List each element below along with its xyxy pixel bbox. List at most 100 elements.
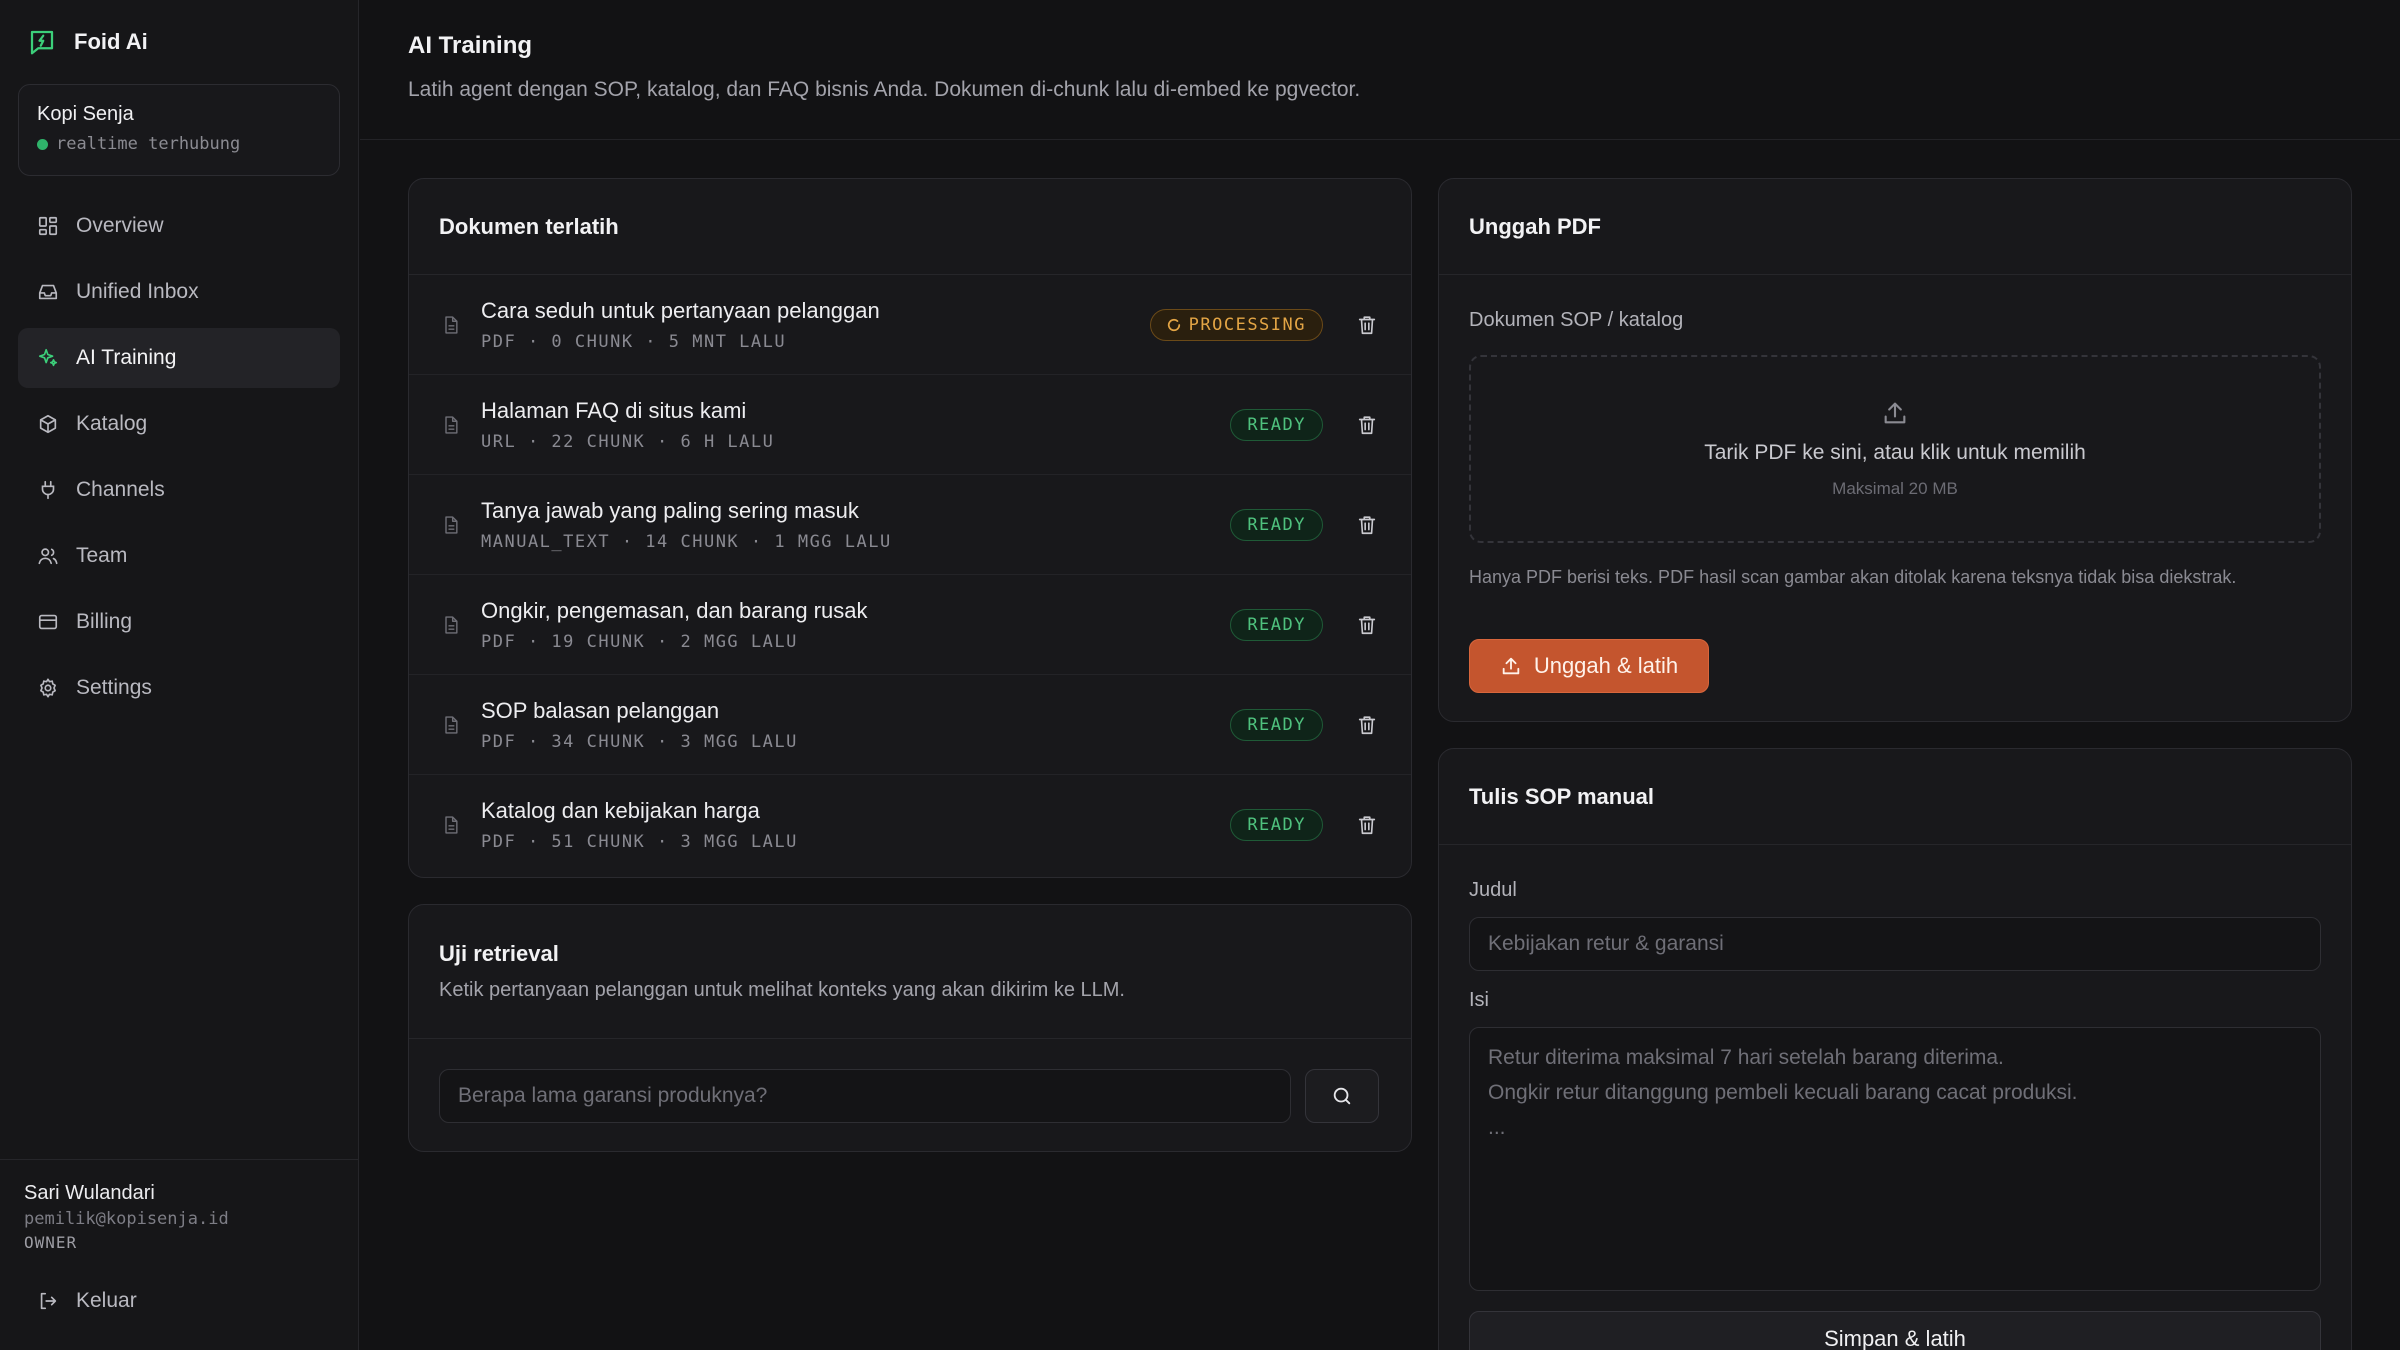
status-badge-label: READY: [1247, 815, 1306, 835]
delete-icon[interactable]: [1353, 711, 1381, 739]
status-badge: READY: [1230, 708, 1323, 741]
upload-icon: [1502, 657, 1520, 675]
delete-icon[interactable]: [1353, 311, 1381, 339]
gear-icon: [36, 676, 60, 700]
status-dot-icon: [37, 138, 48, 150]
sidebar-item-label: Katalog: [76, 412, 148, 435]
trained-documents-card: Dokumen terlatih Cara seduh untuk pertan…: [408, 178, 1412, 878]
user-profile: Sari Wulandari pemilik@kopisenja.id OWNE…: [0, 1159, 359, 1252]
card-header: Uji retrieval Ketik pertanyaan pelanggan…: [409, 905, 1411, 1039]
sidebar-item-billing[interactable]: Billing: [18, 592, 340, 652]
button-label: Simpan & latih: [1824, 1326, 1966, 1350]
card-title: Uji retrieval: [439, 941, 559, 966]
plug-icon: [36, 478, 60, 502]
brand[interactable]: Foid Ai: [26, 24, 148, 60]
logout-button[interactable]: Keluar: [18, 1276, 340, 1326]
delete-icon[interactable]: [1353, 611, 1381, 639]
realtime-status-text: realtime terhubung: [56, 134, 241, 154]
sparkles-icon: [36, 346, 60, 370]
document-row[interactable]: Cara seduh untuk pertanyaan pelanggan PD…: [409, 275, 1411, 375]
sidebar-item-label: Settings: [76, 676, 152, 699]
upload-train-button[interactable]: Unggah & latih: [1469, 639, 1709, 693]
document-row[interactable]: Katalog dan kebijakan harga PDF · 51 CHU…: [409, 775, 1411, 875]
workspace-name: Kopi Senja: [37, 103, 134, 125]
card-header: Unggah PDF: [1439, 179, 2351, 275]
card-title: Dokumen terlatih: [439, 213, 619, 239]
card-description: Ketik pertanyaan pelanggan untuk melihat…: [439, 979, 1125, 1001]
dropzone-text: Tarik PDF ke sini, atau klik untuk memil…: [1704, 441, 2086, 464]
status-badge-label: READY: [1247, 414, 1306, 435]
document-title: Ongkir, pengemasan, dan barang rusak: [481, 597, 868, 623]
document-title: Cara seduh untuk pertanyaan pelanggan: [481, 297, 880, 323]
document-row[interactable]: Halaman FAQ di situs kami URL · 22 CHUNK…: [409, 375, 1411, 475]
card-title: Unggah PDF: [1469, 213, 1601, 239]
upload-hint: Hanya PDF berisi teks. PDF hasil scan ga…: [1469, 567, 2237, 587]
document-meta: PDF · 0 CHUNK · 5 MNT LALU: [481, 331, 787, 352]
logout-label: Keluar: [76, 1289, 137, 1312]
status-badge: READY: [1230, 809, 1323, 841]
delete-icon[interactable]: [1353, 811, 1381, 839]
document-row[interactable]: Tanya jawab yang paling sering masuk MAN…: [409, 475, 1411, 575]
search-icon: [1333, 1087, 1351, 1105]
chat-bolt-logo-icon: [26, 26, 58, 58]
save-train-button[interactable]: Simpan & latih: [1469, 1311, 2321, 1350]
card-header: Tulis SOP manual: [1439, 749, 2351, 845]
status-badge-label: READY: [1247, 514, 1306, 535]
main-content: AI Training Latih agent dengan SOP, kata…: [360, 0, 2400, 1350]
retrieval-test-card: Uji retrieval Ketik pertanyaan pelanggan…: [408, 904, 1412, 1152]
sidebar-item-ai-training[interactable]: AI Training: [18, 328, 340, 388]
document-meta: PDF · 34 CHUNK · 3 MGG LALU: [481, 731, 798, 752]
document-row[interactable]: Ongkir, pengemasan, dan barang rusak PDF…: [409, 575, 1411, 675]
sidebar-item-label: Channels: [76, 478, 165, 501]
spinner-icon: [1167, 318, 1180, 331]
status-badge: READY: [1230, 508, 1323, 541]
credit-card-icon: [36, 610, 60, 634]
document-meta: PDF · 19 CHUNK · 2 MGG LALU: [481, 631, 798, 652]
sidebar-item-channels[interactable]: Channels: [18, 460, 340, 520]
search-button[interactable]: [1305, 1069, 1379, 1123]
sop-title-input[interactable]: [1469, 917, 2321, 971]
document-info: Katalog dan kebijakan harga PDF · 51 CHU…: [481, 798, 1230, 852]
sidebar-item-label: Unified Inbox: [76, 280, 199, 303]
file-icon: [439, 513, 463, 537]
document-meta: MANUAL_TEXT · 14 CHUNK · 1 MGG LALU: [481, 531, 892, 552]
document-meta: URL · 22 CHUNK · 6 H LALU: [481, 431, 775, 452]
logout-icon: [36, 1289, 60, 1313]
box-icon: [36, 412, 60, 436]
grid-icon: [36, 214, 60, 238]
document-info: Halaman FAQ di situs kami URL · 22 CHUNK…: [481, 398, 1230, 452]
sidebar-nav: Overview Unified Inbox AI Training Katal…: [18, 196, 340, 724]
retrieval-query-input[interactable]: [439, 1069, 1291, 1123]
sidebar-item-unified-inbox[interactable]: Unified Inbox: [18, 262, 340, 322]
sidebar-item-overview[interactable]: Overview: [18, 196, 340, 256]
delete-icon[interactable]: [1353, 511, 1381, 539]
status-badge-label: PROCESSING: [1188, 314, 1306, 335]
status-badge: PROCESSING: [1149, 308, 1323, 341]
user-email: pemilik@kopisenja.id: [24, 1209, 229, 1229]
document-row[interactable]: SOP balasan pelanggan PDF · 34 CHUNK · 3…: [409, 675, 1411, 775]
document-info: Ongkir, pengemasan, dan barang rusak PDF…: [481, 598, 1230, 652]
sidebar-item-katalog[interactable]: Katalog: [18, 394, 340, 454]
status-badge: READY: [1230, 608, 1323, 641]
document-info: Tanya jawab yang paling sering masuk MAN…: [481, 498, 1230, 552]
status-badge-label: READY: [1247, 614, 1306, 635]
workspace-card[interactable]: Kopi Senja realtime terhubung: [18, 84, 340, 176]
body-field-label: Isi: [1469, 989, 1489, 1011]
document-title: Halaman FAQ di situs kami: [481, 397, 747, 423]
page-header: AI Training Latih agent dengan SOP, kata…: [360, 0, 2400, 140]
card-header: Dokumen terlatih: [409, 179, 1411, 275]
document-info: Cara seduh untuk pertanyaan pelanggan PD…: [481, 298, 1150, 352]
inbox-icon: [36, 280, 60, 304]
pdf-dropzone[interactable]: Tarik PDF ke sini, atau klik untuk memil…: [1469, 355, 2321, 543]
delete-icon[interactable]: [1353, 411, 1381, 439]
card-title: Tulis SOP manual: [1469, 783, 1655, 809]
sidebar-item-team[interactable]: Team: [18, 526, 340, 586]
sidebar: Foid Ai Kopi Senja realtime terhubung Ov…: [0, 0, 359, 1350]
sop-body-textarea[interactable]: [1469, 1027, 2321, 1291]
sidebar-item-label: Team: [76, 544, 128, 567]
file-icon: [439, 413, 463, 437]
users-icon: [36, 544, 60, 568]
user-name: Sari Wulandari: [24, 1182, 155, 1204]
file-icon: [439, 613, 463, 637]
sidebar-item-settings[interactable]: Settings: [18, 658, 340, 718]
